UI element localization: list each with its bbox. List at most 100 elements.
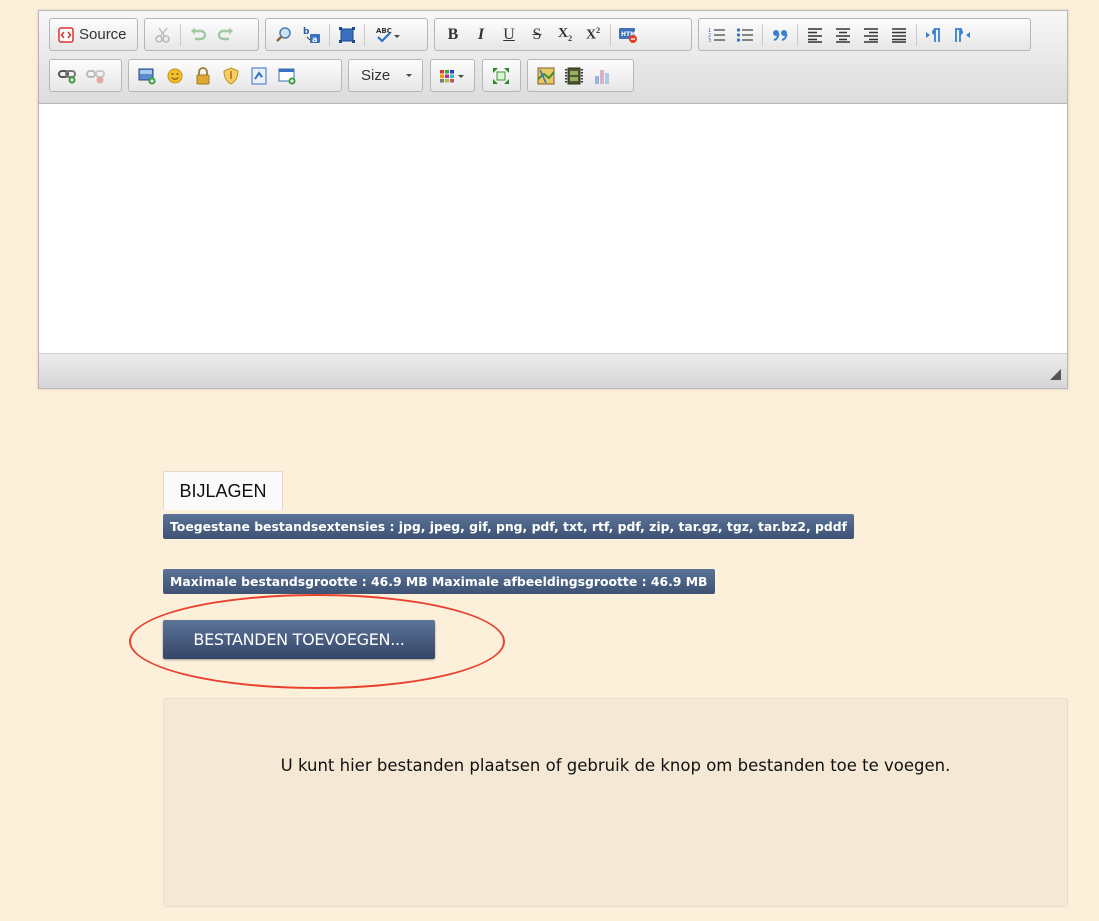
select-all-icon — [339, 26, 355, 43]
unlink-button[interactable] — [82, 63, 110, 88]
cut-button[interactable] — [149, 22, 177, 47]
chart-icon — [595, 69, 609, 84]
shield-button[interactable] — [217, 63, 245, 88]
numbered-list-icon: 123 — [708, 28, 725, 44]
rtl-button[interactable] — [948, 22, 976, 47]
undo-button[interactable] — [184, 22, 212, 47]
superscript-icon: X2 — [585, 25, 601, 43]
chart-button[interactable] — [588, 63, 616, 88]
align-center-button[interactable] — [829, 22, 857, 47]
font-size-combo[interactable]: Size — [348, 59, 423, 92]
template-button[interactable] — [245, 63, 273, 88]
underline-icon: U — [503, 25, 515, 43]
find-button[interactable] — [270, 22, 298, 47]
toolbar-group-basicstyles: B I U S X2 X2 HTML — [434, 18, 692, 51]
allowed-extensions-badge: Toegestane bestandsextensies : jpg, jpeg… — [163, 514, 855, 539]
tab-attachments[interactable]: BIJLAGEN — [163, 471, 283, 510]
select-all-button[interactable] — [333, 22, 361, 47]
lock-icon — [196, 66, 210, 84]
toolbar-group-insert — [128, 59, 342, 92]
resize-handle-icon[interactable] — [1050, 369, 1061, 380]
editor-toolbar: Source ba ABC B I U S X2 X2 HTM 1 2 3 Si… — [39, 11, 1067, 104]
numbered-list-button[interactable]: 123 — [703, 22, 731, 47]
bold-icon: B — [447, 25, 459, 43]
toolbar-group-clipboard — [144, 18, 259, 51]
svg-text:b: b — [303, 27, 310, 37]
blockquote-icon — [773, 29, 788, 41]
smiley-button[interactable] — [161, 63, 189, 88]
redo-button[interactable] — [212, 22, 240, 47]
remove-format-button[interactable]: HTML — [614, 22, 642, 47]
align-right-button[interactable] — [857, 22, 885, 47]
unlink-icon — [86, 69, 105, 83]
smiley-icon — [167, 68, 183, 83]
toolbar-group-tools — [482, 59, 521, 92]
rich-text-editor: Source ba ABC B I U S X2 X2 HTM 1 2 3 Si… — [38, 10, 1068, 389]
image-icon — [138, 68, 156, 84]
font-size-label: Size — [361, 67, 391, 84]
italic-icon: I — [477, 25, 485, 43]
replace-button[interactable]: ba — [298, 22, 326, 47]
image-button[interactable] — [133, 63, 161, 88]
replace-icon: ba — [303, 27, 320, 44]
align-right-icon — [864, 27, 878, 43]
cut-icon — [155, 27, 170, 43]
align-left-button[interactable] — [801, 22, 829, 47]
tab-attachments-label: BIJLAGEN — [179, 480, 267, 501]
text-color-icon — [440, 69, 464, 82]
italic-button[interactable]: I — [467, 22, 495, 47]
maximize-button[interactable] — [487, 63, 515, 88]
superscript-button[interactable]: X2 — [579, 22, 607, 47]
toolbar-separator — [916, 23, 917, 46]
text-color-button[interactable] — [435, 63, 469, 88]
spellcheck-icon: ABC — [376, 27, 400, 43]
justify-button[interactable] — [885, 22, 913, 47]
rtl-icon — [955, 27, 970, 42]
strikethrough-icon: S — [532, 25, 542, 43]
map-button[interactable] — [532, 63, 560, 88]
highlight-ellipse — [129, 594, 505, 689]
lock-button[interactable] — [189, 63, 217, 88]
blockquote-button[interactable] — [766, 22, 794, 47]
underline-button[interactable]: U — [495, 22, 523, 47]
toolbar-separator — [762, 23, 763, 46]
source-button[interactable]: Source — [54, 22, 131, 47]
strikethrough-button[interactable]: S — [523, 22, 551, 47]
subscript-icon: X2 — [557, 26, 573, 43]
undo-icon — [191, 27, 207, 40]
file-dropzone[interactable]: U kunt hier bestanden plaatsen of gebrui… — [163, 698, 1068, 907]
editor-content-area[interactable] — [39, 104, 1067, 353]
toolbar-group-paragraph: 123 — [698, 18, 1031, 51]
template-icon — [251, 67, 267, 84]
chevron-down-icon — [406, 74, 412, 77]
toolbar-separator — [797, 23, 798, 46]
svg-text:a: a — [312, 35, 317, 44]
dropzone-hint: U kunt hier bestanden plaatsen of gebrui… — [280, 756, 951, 775]
toolbar-separator — [180, 23, 181, 46]
spellcheck-button[interactable]: ABC — [368, 22, 406, 47]
toolbar-group-editing: ba ABC — [265, 18, 428, 51]
shield-icon — [223, 66, 239, 85]
source-label: Source — [79, 26, 127, 43]
toolbar-group-links — [49, 59, 122, 92]
align-left-icon — [808, 27, 822, 43]
ltr-button[interactable] — [920, 22, 948, 47]
bulleted-list-icon — [736, 27, 753, 42]
iframe-button[interactable] — [273, 63, 301, 88]
toolbar-separator — [610, 23, 611, 46]
subscript-button[interactable]: X2 — [551, 22, 579, 47]
toolbar-separator — [329, 23, 330, 46]
ltr-icon — [926, 27, 940, 42]
svg-text:3: 3 — [708, 38, 711, 44]
toolbar-group-media — [527, 59, 634, 92]
source-icon — [58, 26, 74, 43]
max-size-badge: Maximale bestandsgrootte : 46.9 MB Maxim… — [163, 569, 715, 594]
bulleted-list-button[interactable] — [731, 22, 759, 47]
map-icon — [537, 67, 555, 84]
bold-button[interactable]: B — [439, 22, 467, 47]
remove-format-icon: HTML — [619, 27, 638, 43]
align-center-icon — [836, 27, 850, 43]
link-button[interactable] — [54, 63, 82, 88]
video-button[interactable] — [560, 63, 588, 88]
video-icon — [565, 67, 583, 84]
